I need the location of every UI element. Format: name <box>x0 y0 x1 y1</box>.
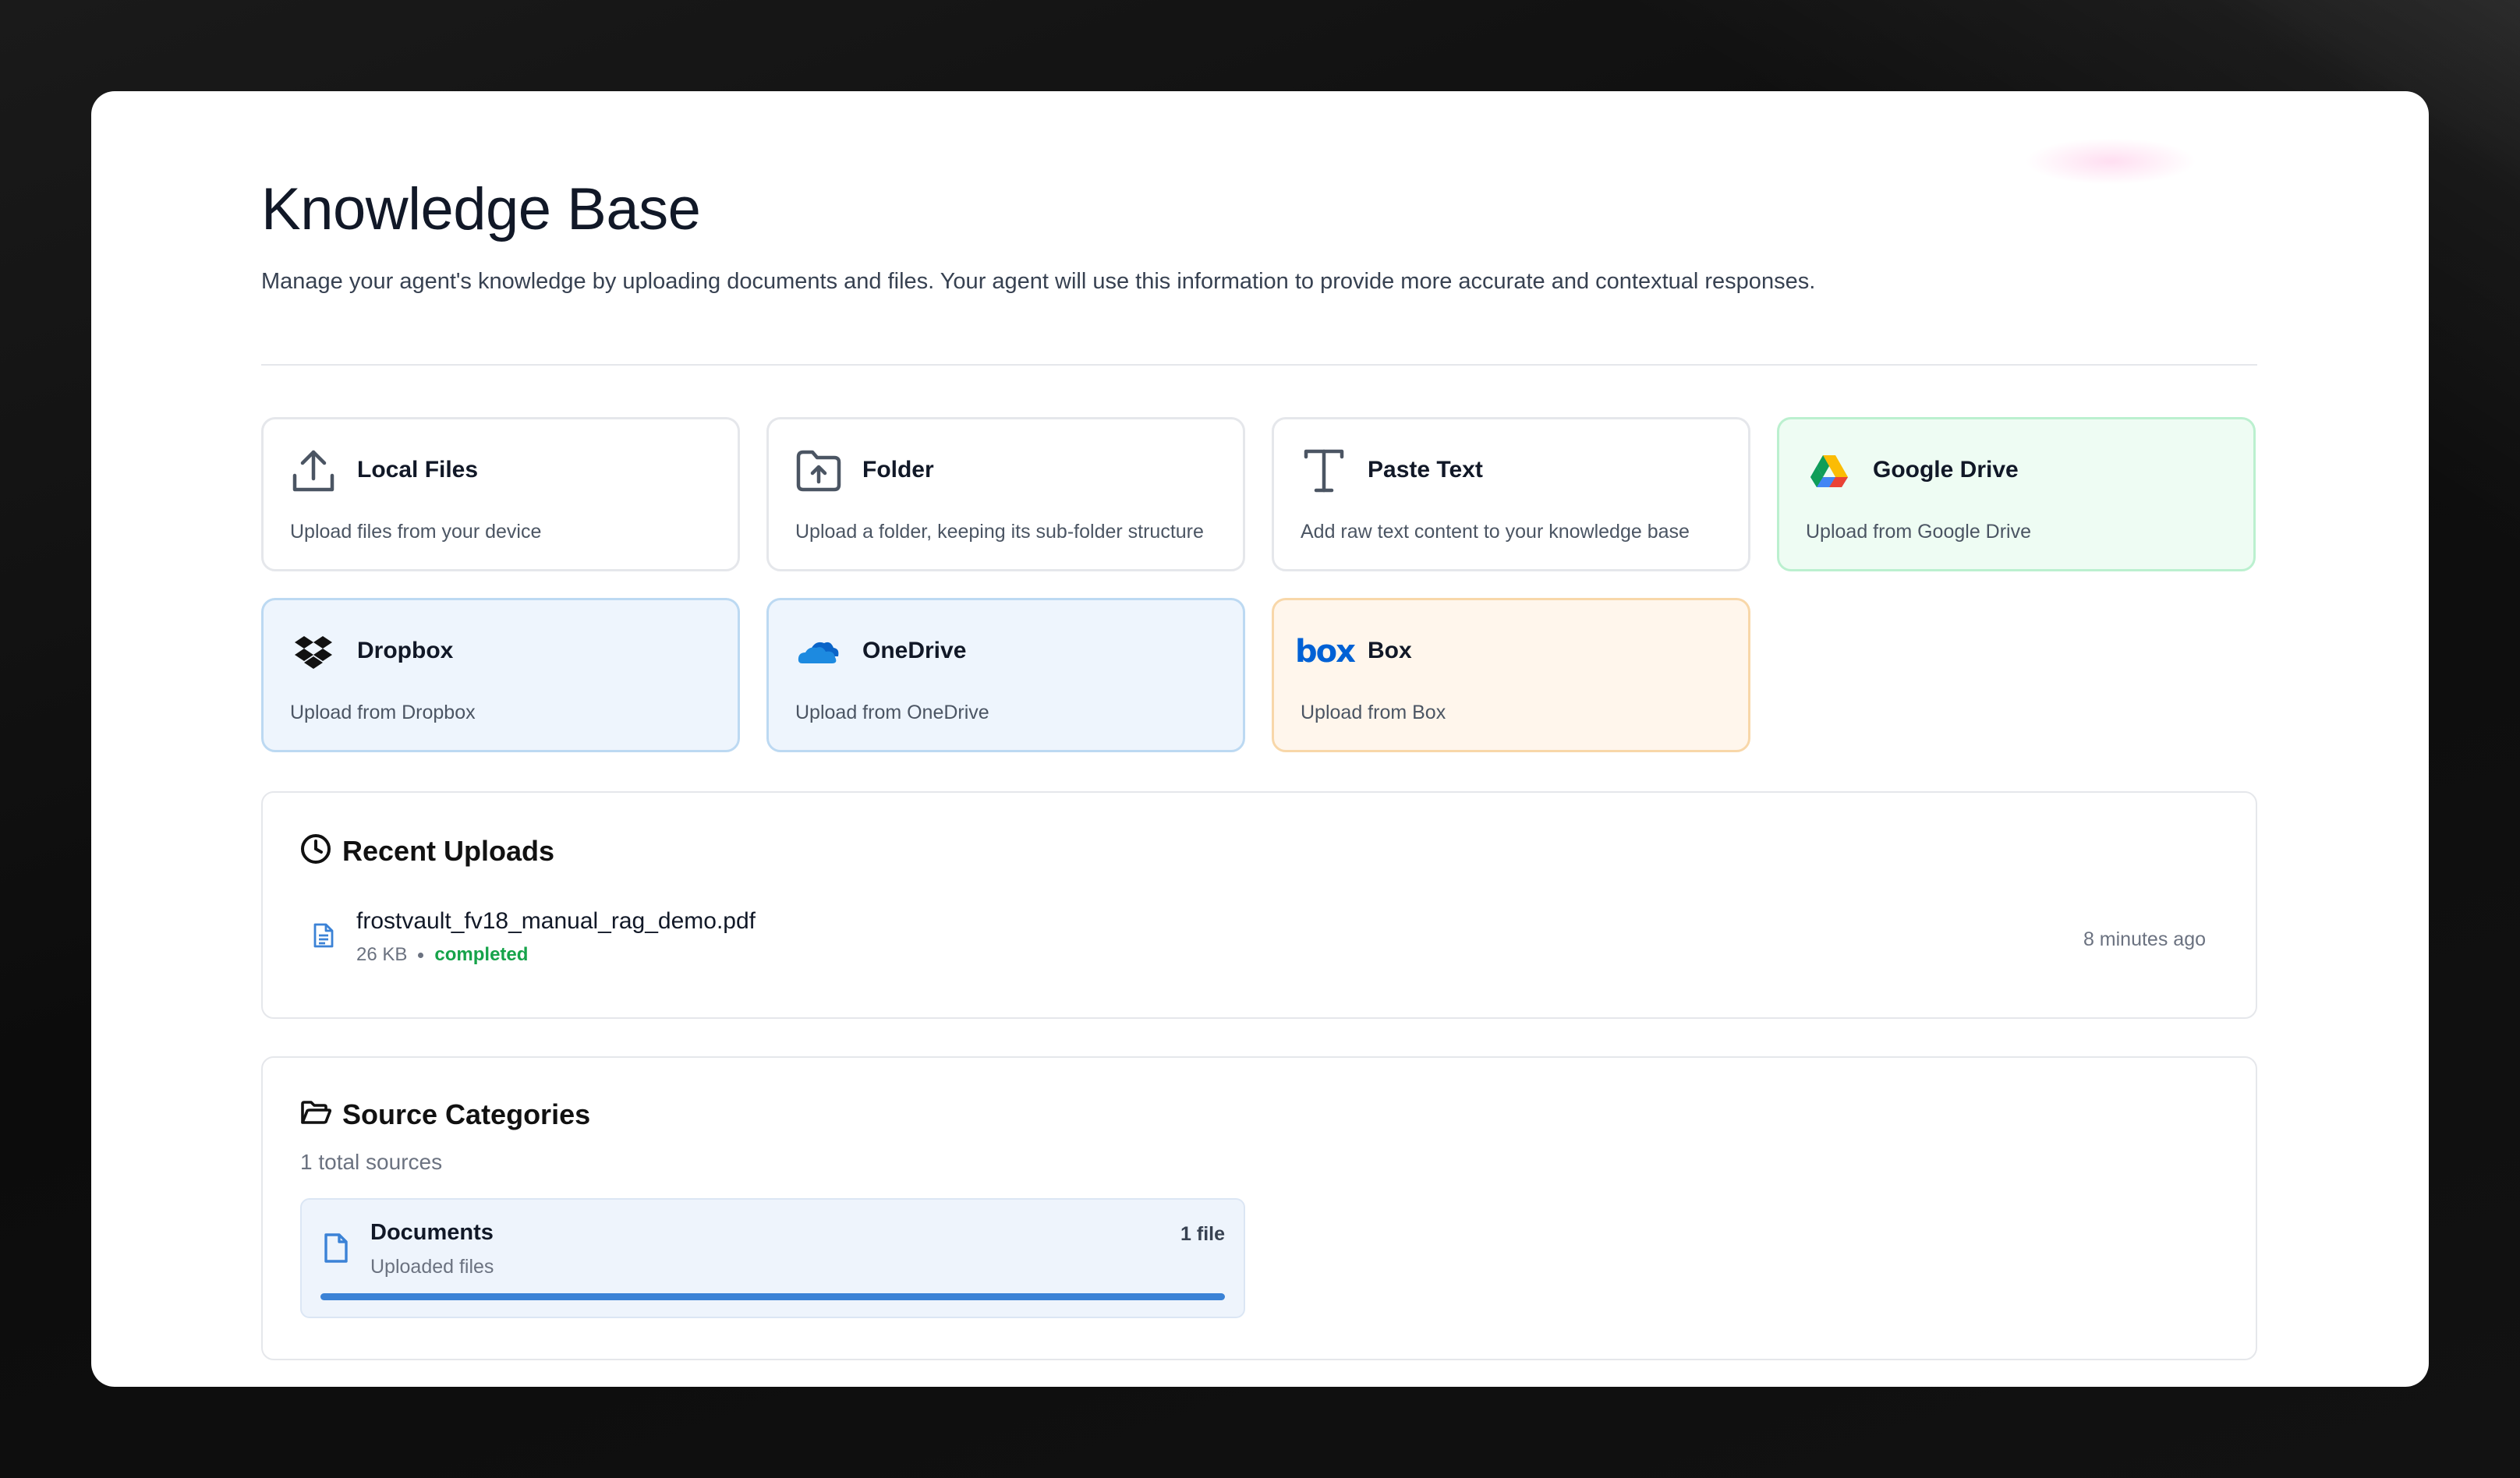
upload-icon <box>290 447 337 494</box>
header-divider <box>261 364 2257 366</box>
category-name: Documents <box>370 1220 494 1245</box>
source-card-paste-text[interactable]: Paste Text Add raw text content to your … <box>1272 417 1750 571</box>
source-categories-header: Source Categories <box>300 1098 590 1131</box>
upload-file-name[interactable]: frostvault_fv18_manual_rag_demo.pdf <box>356 908 756 935</box>
source-card-folder[interactable]: Folder Upload a folder, keeping its sub-… <box>766 417 1245 571</box>
source-card-desc: Add raw text content to your knowledge b… <box>1301 521 1690 543</box>
source-card-title: Box <box>1368 638 1412 663</box>
recent-uploads-section: Recent Uploads frostvault_fv18_manual_ra… <box>261 791 2257 1019</box>
box-logo-icon: box <box>1295 634 1356 670</box>
source-card-title: Paste Text <box>1368 457 1483 483</box>
upload-time: 8 minutes ago <box>2083 928 2206 950</box>
source-card-title: Local Files <box>357 457 479 483</box>
source-categories-section: Source Categories 1 total sources Docume… <box>261 1056 2257 1360</box>
file-icon <box>324 1232 349 1268</box>
page-subtitle: Manage your agent's knowledge by uploadi… <box>261 269 1816 294</box>
total-sources-count: 1 total sources <box>300 1150 443 1174</box>
onedrive-icon <box>795 628 842 675</box>
category-file-count: 1 file <box>1180 1223 1225 1245</box>
decorative-glow <box>2025 138 2196 185</box>
source-card-title: OneDrive <box>862 638 967 663</box>
source-card-title: Google Drive <box>1873 457 2019 483</box>
google-drive-icon <box>1806 447 1853 494</box>
file-document-icon <box>313 922 334 953</box>
text-icon <box>1301 447 1347 494</box>
source-card-box[interactable]: box Box Upload from Box <box>1272 598 1750 752</box>
folder-upload-icon <box>795 447 842 494</box>
source-card-onedrive[interactable]: OneDrive Upload from OneDrive <box>766 598 1245 752</box>
source-card-local-files[interactable]: Local Files Upload files from your devic… <box>261 417 740 571</box>
source-card-desc: Upload from Dropbox <box>290 702 476 723</box>
category-progress-bar <box>320 1293 1225 1300</box>
knowledge-base-panel: Knowledge Base Manage your agent's knowl… <box>91 91 2429 1387</box>
upload-file-meta: 26 KB completed <box>356 944 528 966</box>
upload-file-size: 26 KB <box>356 944 408 965</box>
meta-separator <box>418 952 424 958</box>
dropbox-icon <box>290 628 337 675</box>
source-card-desc: Upload from Box <box>1301 702 1446 723</box>
source-card-desc: Upload a folder, keeping its sub-folder … <box>795 521 1204 543</box>
folder-open-icon <box>300 1100 332 1130</box>
source-card-dropbox[interactable]: Dropbox Upload from Dropbox <box>261 598 740 752</box>
source-card-desc: Upload files from your device <box>290 521 542 543</box>
category-progress-fill <box>320 1293 1225 1300</box>
clock-icon <box>300 833 331 868</box>
source-card-desc: Upload from Google Drive <box>1806 521 2032 543</box>
source-card-google-drive[interactable]: Google Drive Upload from Google Drive <box>1777 417 2256 571</box>
page-title: Knowledge Base <box>261 176 701 242</box>
recent-uploads-title: Recent Uploads <box>342 834 555 867</box>
source-card-title: Dropbox <box>357 638 454 663</box>
recent-uploads-header: Recent Uploads <box>300 833 554 868</box>
source-card-desc: Upload from OneDrive <box>795 702 989 723</box>
category-description: Uploaded files <box>370 1256 494 1278</box>
source-card-title: Folder <box>862 457 934 483</box>
category-card-documents[interactable]: Documents Uploaded files 1 file <box>300 1198 1245 1318</box>
source-categories-title: Source Categories <box>342 1098 591 1130</box>
upload-status: completed <box>434 944 529 965</box>
